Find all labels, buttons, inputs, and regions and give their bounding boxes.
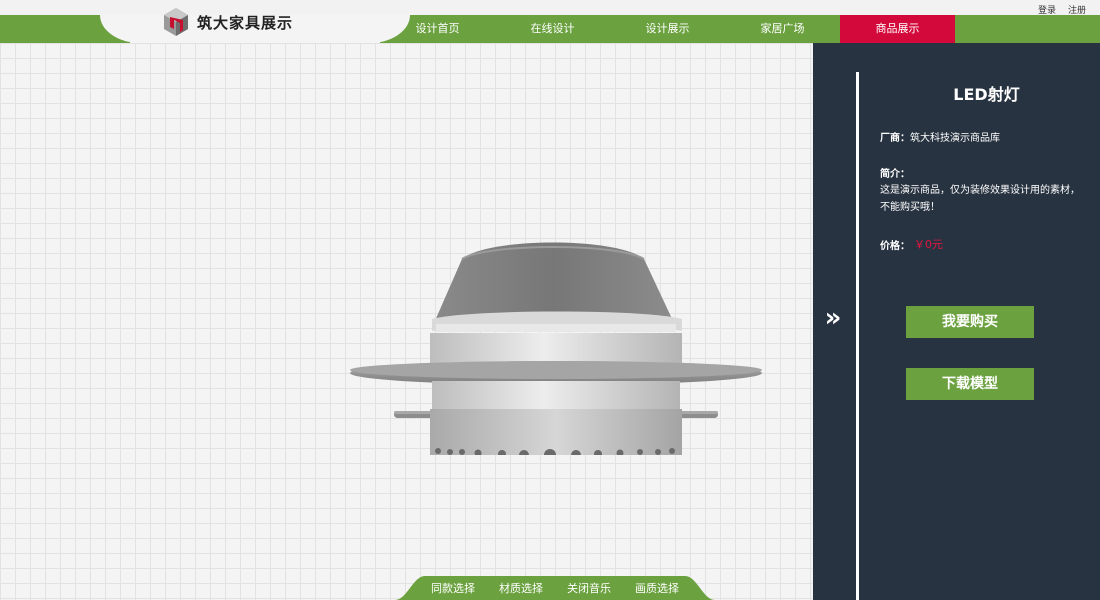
product-title: LED射灯: [953, 85, 1020, 104]
brand-cube-icon: [164, 8, 188, 36]
nav-item-product-showcase[interactable]: 商品展示: [840, 15, 955, 43]
product-price: 价格： ￥0元: [880, 236, 943, 252]
product-maker: 厂商：筑大科技演示商品库: [880, 129, 1000, 144]
intro-text: 这是演示商品，仅为装修效果设计用的素材，不能购买哦！: [880, 185, 1080, 213]
led-spotlight-model: [350, 242, 762, 455]
bottom-toolbar-items: 同款选择 材质选择 关闭音乐 画质选择: [395, 576, 715, 600]
maker-value: 筑大科技演示商品库: [910, 133, 1000, 144]
mute-music-button[interactable]: 关闭音乐: [567, 580, 611, 596]
same-style-button[interactable]: 同款选择: [431, 580, 475, 596]
maker-label: 厂商：: [880, 133, 910, 144]
model-viewer-canvas[interactable]: [0, 43, 813, 600]
panel-divider: [856, 72, 859, 600]
buy-button[interactable]: 我要购买: [906, 306, 1034, 338]
bottom-toolbar: 同款选择 材质选择 关闭音乐 画质选择: [395, 576, 715, 600]
intro-label: 简介：: [880, 169, 910, 180]
collapse-panel-button[interactable]: »: [819, 305, 847, 333]
nav-item-online-design[interactable]: 在线设计: [495, 15, 610, 43]
nav-item-home-plaza[interactable]: 家居广场: [725, 15, 840, 43]
quality-button[interactable]: 画质选择: [635, 580, 679, 596]
product-panel: » LED射灯 厂商：筑大科技演示商品库 简介： 这是演示商品，仅为装修效果设计…: [813, 43, 1100, 600]
price-value: ￥0元: [914, 238, 943, 251]
brand-name: 筑大家具展示: [197, 13, 294, 32]
download-model-button[interactable]: 下载模型: [906, 368, 1034, 400]
price-label: 价格：: [880, 240, 910, 252]
main-nav: 设计首页 在线设计 设计展示 家居广场 商品展示: [380, 15, 955, 43]
nav-item-design-home[interactable]: 设计首页: [380, 15, 495, 43]
nav-item-design-showcase[interactable]: 设计展示: [610, 15, 725, 43]
brand-logo[interactable]: 筑大家具展示: [163, 7, 293, 37]
material-button[interactable]: 材质选择: [499, 580, 543, 596]
double-chevron-right-icon: »: [824, 303, 842, 333]
